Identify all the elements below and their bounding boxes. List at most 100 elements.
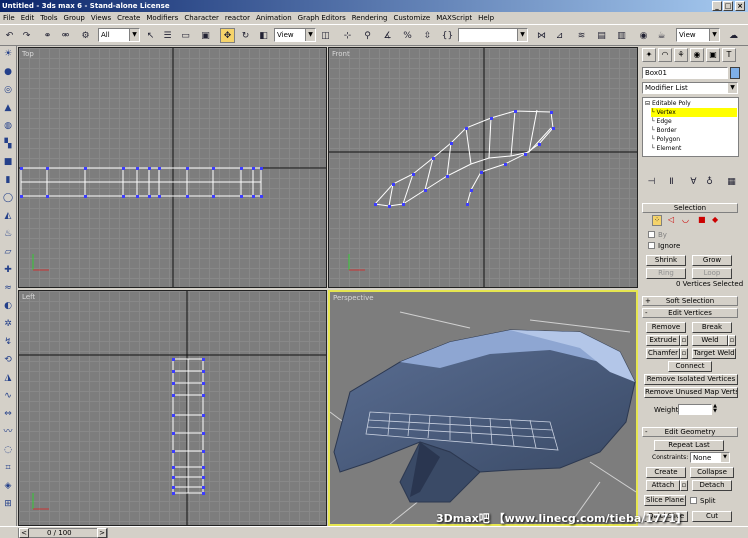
menu-views[interactable]: Views xyxy=(88,12,114,24)
selection-filter-dropdown[interactable]: All ▼ xyxy=(98,28,140,42)
loop-button[interactable]: Loop xyxy=(692,268,732,279)
render-scene-icon[interactable]: ☕ xyxy=(654,28,669,43)
pivot-center-icon[interactable]: ◫ xyxy=(318,28,333,43)
spinner-snap-icon[interactable]: ⇳ xyxy=(420,28,435,43)
weld-button[interactable]: Weld xyxy=(692,335,728,346)
constraints-dropdown[interactable]: None ▼ xyxy=(690,452,730,463)
mirror-icon[interactable]: ⋈ xyxy=(534,28,549,43)
weld-settings-icon[interactable]: ▫ xyxy=(728,335,736,346)
select-move-icon[interactable]: ✥ xyxy=(220,28,235,43)
create-button[interactable]: Create xyxy=(646,467,686,478)
viewport-top[interactable]: Top xyxy=(18,47,327,288)
menu-reactor[interactable]: reactor xyxy=(222,12,253,24)
percent-snap-icon[interactable]: % xyxy=(400,28,415,43)
light-icon[interactable]: ☀ xyxy=(2,48,14,60)
menu-modifiers[interactable]: Modifiers xyxy=(143,12,181,24)
menu-character[interactable]: Character xyxy=(181,12,222,24)
menu-maxscript[interactable]: MAXScript xyxy=(433,12,475,24)
remove-modifier-icon[interactable]: ♁ xyxy=(702,174,717,189)
unlink-icon[interactable]: ⚮ xyxy=(58,28,73,43)
layer-manager-icon[interactable]: ≋ xyxy=(574,28,589,43)
tube-icon[interactable]: ◯ xyxy=(2,192,14,204)
menu-animation[interactable]: Animation xyxy=(253,12,295,24)
grow-button[interactable]: Grow xyxy=(692,255,732,266)
stack-item-editable-poly[interactable]: ⊟ Editable Poly xyxy=(645,99,691,108)
make-unique-icon[interactable]: ∀ xyxy=(686,174,701,189)
break-button[interactable]: Break xyxy=(692,322,732,333)
render-type-dropdown[interactable]: View ▼ xyxy=(676,28,720,42)
edge-mode-icon[interactable]: ◁ xyxy=(668,215,674,224)
window-crossing-icon[interactable]: ▣ xyxy=(198,28,213,43)
stretch-icon[interactable]: ⇔ xyxy=(2,408,14,420)
modifier-list-dropdown[interactable]: Modifier List ▼ xyxy=(642,82,738,94)
by-checkbox[interactable] xyxy=(648,231,655,238)
select-manipulate-icon[interactable]: ⊹ xyxy=(340,28,355,43)
minimize-button[interactable]: _ xyxy=(712,1,722,11)
rect-selection-icon[interactable]: ▭ xyxy=(178,28,193,43)
attach-button[interactable]: Attach xyxy=(646,480,680,491)
menu-edit[interactable]: Edit xyxy=(18,12,38,24)
create-tab-icon[interactable]: ✦ xyxy=(642,48,656,62)
chamfer-settings-icon[interactable]: ▫ xyxy=(680,348,688,359)
connect-button[interactable]: Connect xyxy=(668,361,712,372)
torus-icon[interactable]: ◎ xyxy=(2,84,14,96)
quick-render-icon[interactable]: ☁ xyxy=(726,28,741,43)
element-mode-icon[interactable]: ◆ xyxy=(712,215,718,224)
camera-icon[interactable]: ◐ xyxy=(2,300,14,312)
configure-sets-icon[interactable]: ▦ xyxy=(724,174,739,189)
lattice-icon[interactable]: ⌗ xyxy=(2,462,14,474)
extrude-settings-icon[interactable]: ▫ xyxy=(680,335,688,346)
extrude-button[interactable]: Extrude xyxy=(646,335,680,346)
twist-icon[interactable]: ⟲ xyxy=(2,354,14,366)
cylinder-icon[interactable]: ▮ xyxy=(2,174,14,186)
named-selection-dropdown[interactable]: ▼ xyxy=(458,28,528,42)
menu-help[interactable]: Help xyxy=(475,12,497,24)
teapot-icon[interactable]: ♨ xyxy=(2,228,14,240)
collapse-button[interactable]: Collapse xyxy=(690,467,734,478)
pin-stack-icon[interactable]: ⊣ xyxy=(644,174,659,189)
geosphere-icon[interactable]: ◍ xyxy=(2,120,14,132)
uvw-map-icon[interactable]: ⊞ xyxy=(2,498,14,510)
undo-icon[interactable]: ↶ xyxy=(2,28,17,43)
taper-icon[interactable]: ◮ xyxy=(2,372,14,384)
bend-icon[interactable]: ↯ xyxy=(2,336,14,348)
object-color-swatch[interactable] xyxy=(730,67,740,79)
wave-icon[interactable]: 〰 xyxy=(2,426,14,438)
detach-button[interactable]: Detach xyxy=(692,480,732,491)
vertex-mode-icon[interactable]: ⁘ xyxy=(652,215,662,226)
bind-space-warp-icon[interactable]: ⚙ xyxy=(78,28,93,43)
select-scale-icon[interactable]: ◧ xyxy=(256,28,271,43)
align-icon[interactable]: ⊿ xyxy=(552,28,567,43)
time-slider[interactable]: < 0 / 100 > xyxy=(18,528,108,538)
material-editor-icon[interactable]: ◉ xyxy=(636,28,651,43)
border-mode-icon[interactable]: ◡ xyxy=(682,215,689,224)
menu-group[interactable]: Group xyxy=(61,12,88,24)
ripple-icon[interactable]: ◌ xyxy=(2,444,14,456)
particle-icon[interactable]: ✲ xyxy=(2,318,14,330)
select-by-name-icon[interactable]: ☰ xyxy=(160,28,175,43)
motion-tab-icon[interactable]: ◉ xyxy=(690,48,704,62)
snap-toggle-icon[interactable]: ⚲ xyxy=(360,28,375,43)
stack-item-vertex[interactable]: └ Vertex xyxy=(651,108,737,117)
viewport-perspective[interactable]: Perspective xyxy=(328,290,638,526)
select-rotate-icon[interactable]: ↻ xyxy=(238,28,253,43)
plane-icon[interactable]: ▱ xyxy=(2,246,14,258)
edit-geometry-rollout-header[interactable]: - Edit Geometry xyxy=(642,427,738,437)
split-checkbox[interactable] xyxy=(690,497,697,504)
named-selection-icon[interactable]: {} xyxy=(440,28,455,43)
curve-editor-icon[interactable]: ▤ xyxy=(594,28,609,43)
shrink-button[interactable]: Shrink xyxy=(646,255,686,266)
cut-button[interactable]: Cut xyxy=(692,511,732,522)
target-weld-button[interactable]: Target Weld xyxy=(692,348,736,359)
show-end-result-icon[interactable]: Ⅱ xyxy=(664,174,679,189)
soft-selection-rollout-header[interactable]: + Soft Selection xyxy=(642,296,738,306)
menu-customize[interactable]: Customize xyxy=(390,12,433,24)
menu-tools[interactable]: Tools xyxy=(37,12,60,24)
spacewarp-icon[interactable]: ≈ xyxy=(2,282,14,294)
remove-button[interactable]: Remove xyxy=(646,322,686,333)
hierarchy-tab-icon[interactable]: ⚘ xyxy=(674,48,688,62)
ignore-checkbox[interactable] xyxy=(648,242,655,249)
repeat-last-button[interactable]: Repeat Last xyxy=(654,440,724,451)
display-tab-icon[interactable]: ▣ xyxy=(706,48,720,62)
cone-icon[interactable]: ▲ xyxy=(2,102,14,114)
